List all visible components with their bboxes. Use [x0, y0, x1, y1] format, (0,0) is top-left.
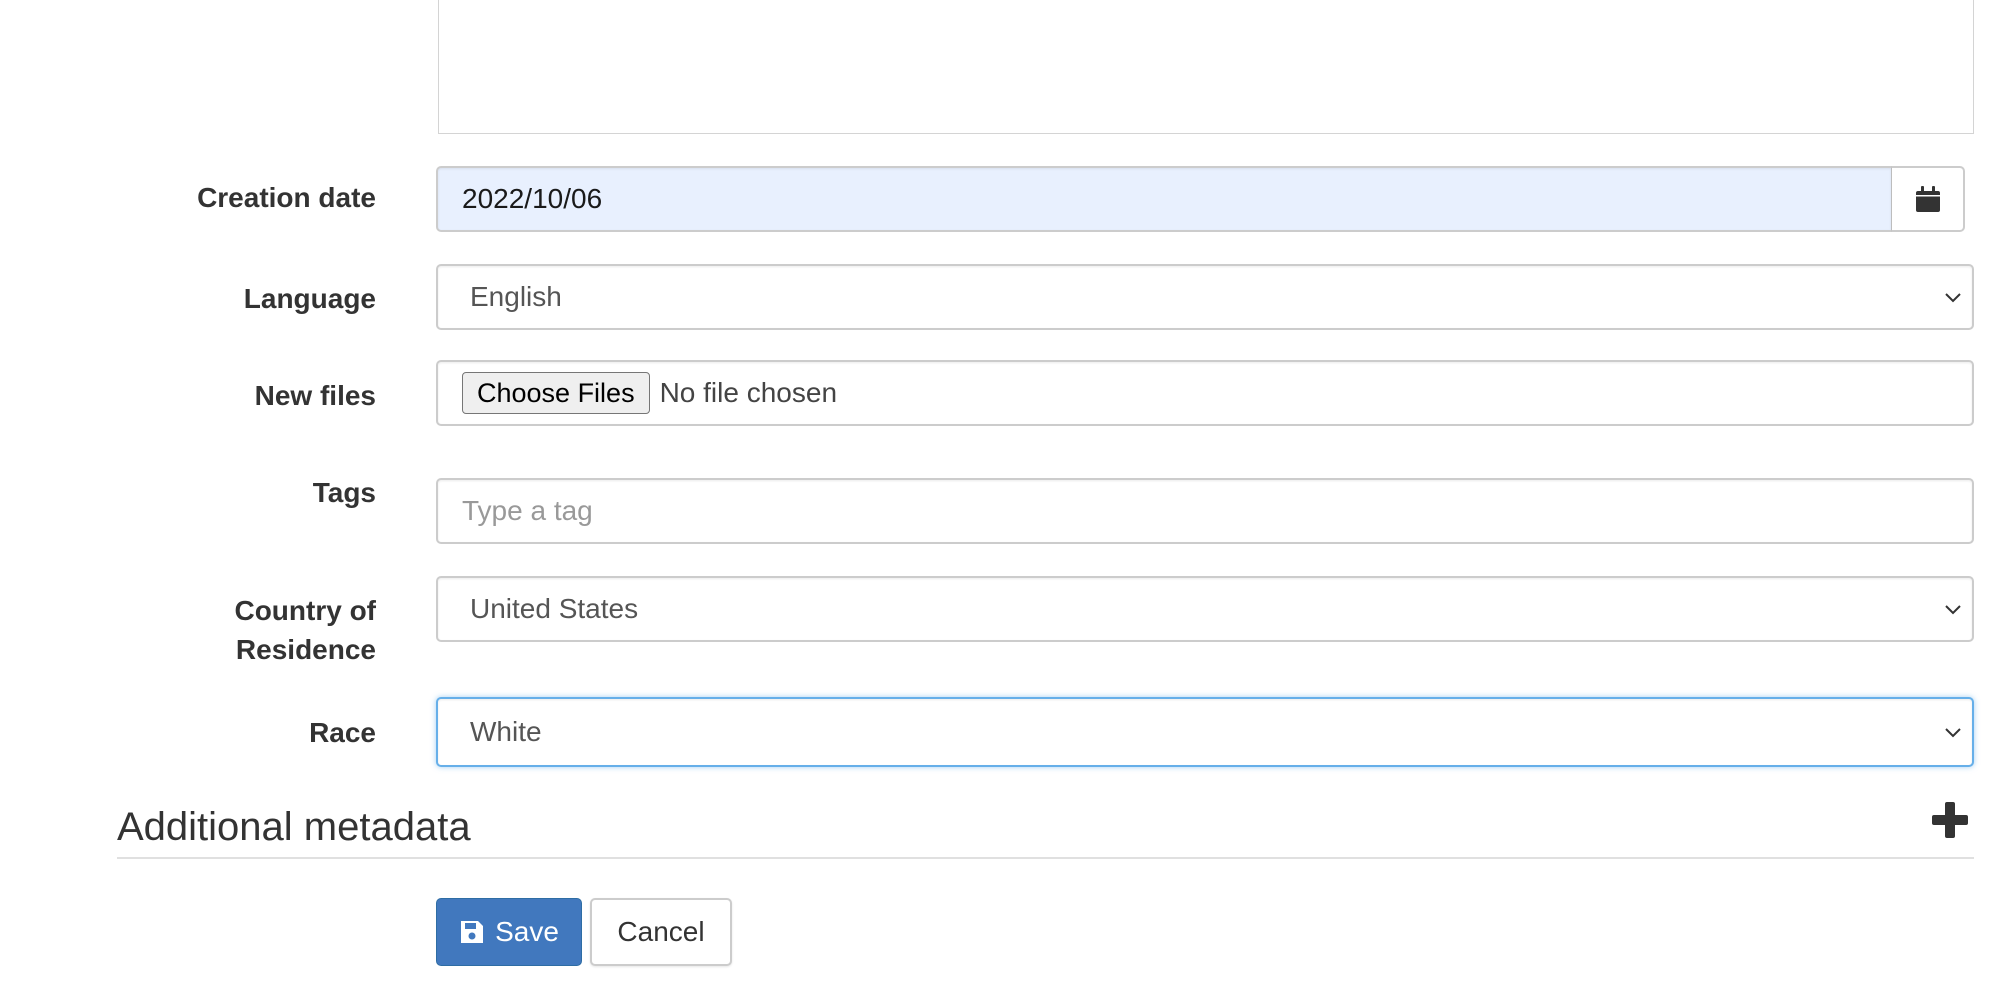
- tags-placeholder: Type a tag: [462, 495, 593, 526]
- creation-date-input[interactable]: 2022/10/06: [436, 166, 1893, 232]
- section-divider: [117, 857, 1974, 859]
- race-selected-value: White: [470, 716, 542, 747]
- file-status: No file chosen: [659, 377, 838, 408]
- floppy-disk-icon: [461, 921, 484, 943]
- choose-files-button[interactable]: Choose Files: [462, 372, 650, 414]
- plus-icon[interactable]: [1930, 800, 1970, 840]
- country-label-line1: Country of: [234, 595, 376, 626]
- description-textarea[interactable]: [438, 0, 1974, 134]
- tags-label: Tags: [312, 477, 376, 508]
- language-label: Language: [243, 283, 376, 314]
- calendar-icon: [1915, 186, 1940, 212]
- new-files-label: New files: [254, 380, 376, 411]
- chevron-down-icon: [1945, 293, 1961, 303]
- creation-date-label: Creation date: [197, 182, 376, 213]
- chevron-down-icon: [1945, 728, 1961, 738]
- file-input[interactable]: Choose Files No file chosen: [436, 360, 1974, 426]
- country-label-line2: Residence: [235, 634, 376, 665]
- language-select[interactable]: English: [436, 264, 1974, 330]
- save-button[interactable]: Save: [436, 898, 582, 966]
- country-select[interactable]: United States: [436, 576, 1974, 642]
- save-label: Save: [495, 916, 559, 947]
- race-select[interactable]: White: [436, 697, 1974, 767]
- calendar-button[interactable]: [1891, 166, 1965, 232]
- chevron-down-icon: [1945, 605, 1961, 615]
- language-selected-value: English: [470, 281, 562, 312]
- additional-metadata-heading: Additional metadata: [117, 805, 471, 849]
- tags-input[interactable]: Type a tag: [436, 478, 1974, 544]
- cancel-button[interactable]: Cancel: [590, 898, 732, 966]
- race-label: Race: [309, 717, 376, 748]
- country-selected-value: United States: [470, 593, 639, 624]
